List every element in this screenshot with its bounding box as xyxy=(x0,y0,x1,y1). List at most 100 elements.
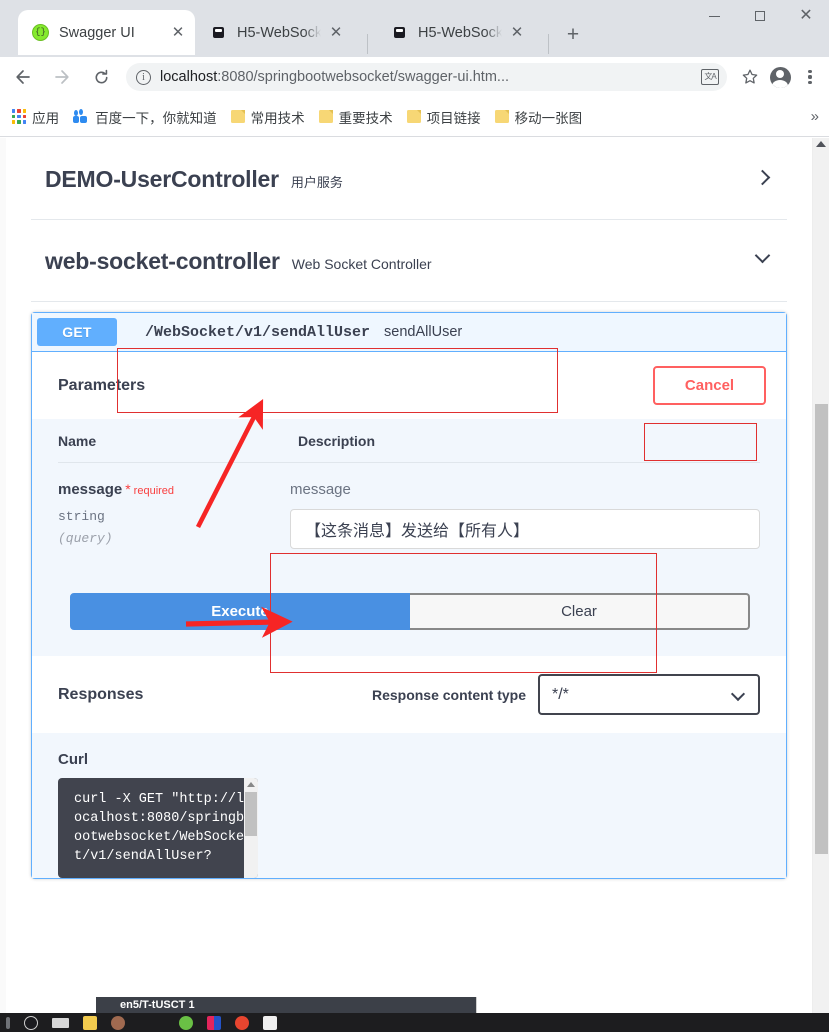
background-window-right xyxy=(476,997,776,1013)
responses-header: Responses Response content type */* xyxy=(32,656,786,733)
browser-window: ✕ {} Swagger UI ✕ H5-WebSocke ✕ H5-WebSo… xyxy=(0,0,829,1032)
bookmarks-bar: 应用 百度一下，你就知道 常用技术 重要技术 项目链接 移动一张图 » xyxy=(0,97,829,137)
bookmarks-overflow-button[interactable]: » xyxy=(811,108,819,125)
kebab-menu-icon xyxy=(808,69,812,85)
bookmark-folder-3[interactable]: 项目链接 xyxy=(406,107,481,127)
bookmark-folder-2[interactable]: 重要技术 xyxy=(318,107,393,127)
os-taskbar xyxy=(0,1013,829,1032)
parameters-header: Parameters Cancel xyxy=(32,352,786,419)
back-button[interactable] xyxy=(7,61,39,93)
arrow-left-icon xyxy=(16,70,30,84)
url-text: localhost:8080/springbootwebsocket/swagg… xyxy=(160,69,509,85)
taskbar-icon-3[interactable] xyxy=(52,1017,69,1028)
curl-section: Curl curl -X GET "http://localhost:8080/… xyxy=(32,733,786,878)
tag-header-demo-usercontroller[interactable]: DEMO-UserController 用户服务 xyxy=(31,138,787,220)
chevron-down-icon xyxy=(730,686,746,702)
cancel-button[interactable]: Cancel xyxy=(653,366,766,405)
folder-icon xyxy=(230,110,245,123)
page-scrollbar-thumb[interactable] xyxy=(815,404,828,854)
folder-icon xyxy=(494,110,509,123)
curl-command-box[interactable]: curl -X GET "http://localhost:8080/sprin… xyxy=(58,778,258,878)
star-icon xyxy=(742,69,758,84)
page-viewport: DEMO-UserController 用户服务 web-socket-cont… xyxy=(0,138,829,1013)
operation-summary[interactable]: GET /WebSocket/v1/sendAllUser sendAllUse… xyxy=(32,313,786,352)
avatar-icon xyxy=(769,66,791,88)
tag-name: web-socket-controller xyxy=(45,248,280,274)
message-input[interactable] xyxy=(290,509,760,549)
curl-scrollbar-thumb[interactable] xyxy=(245,792,257,836)
curl-scrollbar[interactable] xyxy=(244,778,258,878)
column-header-description: Description xyxy=(298,433,376,449)
required-label: required xyxy=(133,485,175,497)
tab-divider xyxy=(367,34,368,54)
url-host: localhost xyxy=(160,69,218,85)
parameter-type: string xyxy=(58,509,105,524)
tag-header-web-socket-controller[interactable]: web-socket-controller Web Socket Control… xyxy=(31,220,787,302)
translate-icon[interactable]: 文A xyxy=(701,69,719,85)
tag-description: 用户服务 xyxy=(290,175,343,190)
parameter-name: message xyxy=(58,481,123,498)
tab-close-icon[interactable]: ✕ xyxy=(325,22,347,44)
response-content-type-value: */* xyxy=(552,685,569,703)
bookmark-label: 项目链接 xyxy=(426,110,481,126)
operation-path: /WebSocket/v1/sendAllUser xyxy=(145,323,371,341)
bookmark-label: 应用 xyxy=(32,110,60,126)
operation-body: Parameters Cancel Name Description messa… xyxy=(32,352,786,878)
taskbar-icon-5[interactable] xyxy=(111,1015,125,1030)
tab-h5-websocket-2[interactable]: H5-WebSocke ✕ xyxy=(377,10,534,55)
swagger-icon: {} xyxy=(32,23,50,42)
address-bar[interactable]: i localhost:8080/springbootwebsocket/swa… xyxy=(126,63,727,91)
bookmark-folder-4[interactable]: 移动一张图 xyxy=(494,107,583,127)
reload-button[interactable] xyxy=(85,61,117,93)
taskbar-icon-6[interactable] xyxy=(179,1015,193,1030)
apps-grid-icon xyxy=(12,109,27,124)
tab-title: Swagger UI xyxy=(59,24,135,41)
profile-button[interactable] xyxy=(765,62,795,92)
new-tab-button[interactable]: + xyxy=(559,21,587,49)
bookmark-folder-1[interactable]: 常用技术 xyxy=(230,107,305,127)
tab-swagger-ui[interactable]: {} Swagger UI ✕ xyxy=(18,10,195,55)
bookmark-label: 常用技术 xyxy=(250,110,305,126)
info-icon[interactable]: i xyxy=(136,69,151,85)
tag-section-web-socket-controller: web-socket-controller Web Socket Control… xyxy=(6,220,812,302)
clear-button[interactable]: Clear xyxy=(410,593,750,630)
bookmark-apps[interactable]: 应用 xyxy=(12,107,59,127)
responses-title: Responses xyxy=(58,685,144,703)
tab-close-icon[interactable]: ✕ xyxy=(167,22,189,44)
parameter-description: message xyxy=(290,481,351,498)
operation-block-sendalluser: GET /WebSocket/v1/sendAllUser sendAllUse… xyxy=(31,312,787,879)
parameter-name-cell: message * required string (query) xyxy=(58,481,287,549)
column-header-name: Name xyxy=(58,433,97,449)
taskbar-icon-8[interactable] xyxy=(235,1015,249,1030)
taskbar-icon-9[interactable] xyxy=(263,1015,277,1030)
bookmark-baidu[interactable]: 百度一下，你就知道 xyxy=(73,107,217,127)
parameters-table-header: Name Description xyxy=(58,419,760,463)
bookmark-label: 百度一下，你就知道 xyxy=(95,110,217,126)
parameter-description-cell: message xyxy=(287,481,760,549)
taskbar-icon-2[interactable] xyxy=(24,1015,38,1030)
taskbar-icon-1[interactable] xyxy=(6,1016,10,1029)
taskbar-icon-4[interactable] xyxy=(83,1015,97,1030)
taskbar-icon-7[interactable] xyxy=(207,1015,221,1030)
tag-section-demo-usercontroller: DEMO-UserController 用户服务 xyxy=(6,138,812,220)
chrome-menu-button[interactable] xyxy=(795,62,825,92)
parameter-row-message: message * required string (query) message xyxy=(58,463,760,549)
execute-clear-row: Execute Clear xyxy=(32,567,786,656)
background-window-titlebar: en5/T-tUSCT 1 xyxy=(96,997,476,1013)
forward-button[interactable] xyxy=(46,61,78,93)
bookmark-label: 移动一张图 xyxy=(514,110,583,126)
execute-button[interactable]: Execute xyxy=(70,593,410,630)
intellij-icon xyxy=(210,24,228,42)
response-content-type-select[interactable]: */* xyxy=(538,674,760,715)
browser-titlebar: ✕ {} Swagger UI ✕ H5-WebSocke ✕ H5-WebSo… xyxy=(0,0,829,57)
scroll-up-icon[interactable] xyxy=(247,782,255,787)
tab-h5-websocket-1[interactable]: H5-WebSocke ✕ xyxy=(196,10,353,55)
page-scrollbar[interactable] xyxy=(812,138,829,1013)
chevron-right-icon[interactable] xyxy=(754,169,771,186)
intellij-icon xyxy=(391,24,409,42)
operation-summary-label: sendAllUser xyxy=(384,324,463,340)
tab-close-icon[interactable]: ✕ xyxy=(506,22,528,44)
scroll-up-icon[interactable] xyxy=(816,141,826,147)
chevron-down-icon[interactable] xyxy=(754,247,771,264)
bookmark-star-button[interactable] xyxy=(735,62,765,92)
